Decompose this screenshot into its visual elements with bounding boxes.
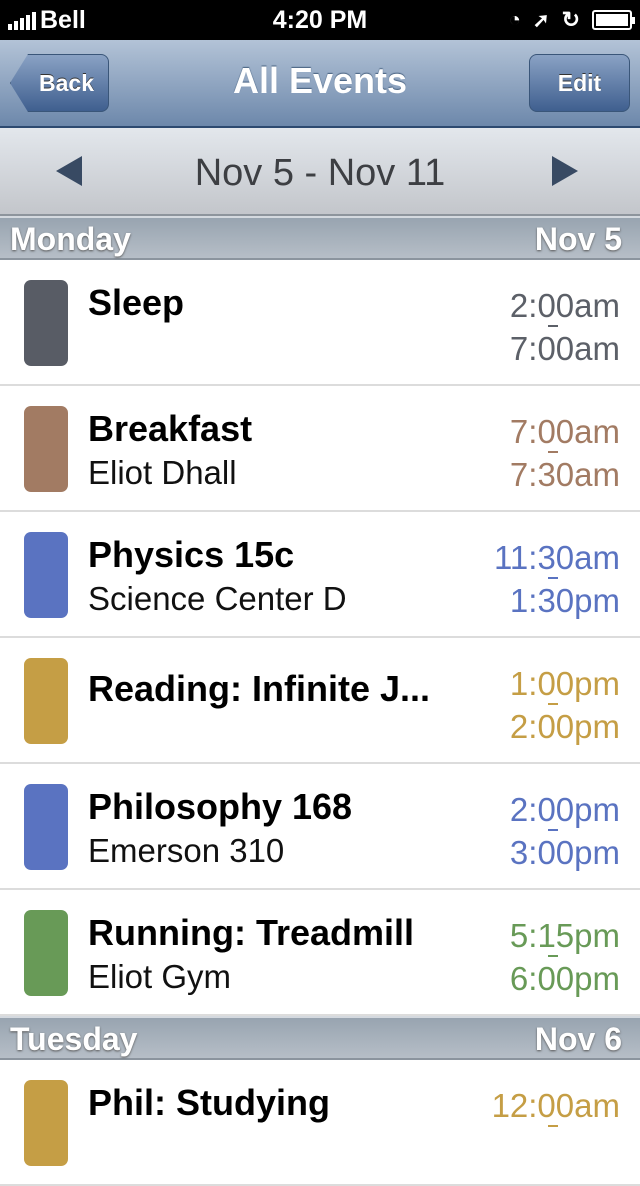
event-row[interactable]: Running: Treadmill Eliot Gym 5:15pm 6:00… [0, 890, 640, 1016]
event-name: Phil: Studying [88, 1082, 330, 1123]
section-date: Nov 5 [534, 221, 622, 257]
event-color-swatch [24, 532, 68, 618]
time-separator [548, 703, 558, 705]
event-times: 11:30am 1:30pm [494, 536, 620, 622]
event-start-time: 7:00am [509, 413, 620, 450]
event-end-time: 2:00pm [509, 708, 620, 745]
event-list: Monday Nov 5 Sleep 2:00am 7:00am Breakfas… [0, 216, 640, 1186]
event-start-time: 11:30am [494, 539, 620, 576]
event-times: 1:00pm 2:00pm [510, 662, 620, 748]
time-separator [548, 955, 558, 957]
time-separator [548, 577, 558, 579]
event-row[interactable]: Philosophy 168 Emerson 310 2:00pm 3:00pm [0, 764, 640, 890]
event-row[interactable]: Reading: Infinite J... 1:00pm 2:00pm [0, 638, 640, 764]
event-name: Physics 15c [88, 534, 295, 575]
event-times: 7:00am 7:30am [510, 410, 620, 496]
event-end-time: 1:30pm [509, 582, 620, 619]
section-header: Monday Nov 5 [0, 216, 640, 260]
event-color-swatch [24, 910, 68, 996]
section-header: Tuesday Nov 6 [0, 1016, 640, 1060]
rotation-lock-icon: ↻ [561, 7, 580, 32]
event-color-swatch [24, 406, 68, 492]
event-times: 5:15pm 6:00pm [510, 914, 620, 1000]
event-name: Sleep [88, 282, 185, 323]
event-end-time: 6:00pm [509, 960, 620, 997]
alarm-icon: ◔ [508, 8, 521, 31]
event-row[interactable]: Sleep 2:00am 7:00am [0, 260, 640, 386]
event-color-swatch [24, 658, 68, 744]
status-bar: Bell 4:20 PM ◔ ➚ ↻ [0, 0, 640, 40]
event-color-swatch [24, 280, 68, 366]
event-end-time: 7:30am [509, 456, 620, 493]
event-start-time: 5:15pm [509, 917, 620, 954]
event-name: Philosophy 168 [88, 786, 353, 827]
time-separator [548, 325, 558, 327]
event-start-time: 12:00am [491, 1087, 620, 1124]
event-row[interactable]: Phil: Studying 12:00am [0, 1060, 640, 1186]
event-start-time: 2:00am [509, 287, 620, 324]
event-location: Eliot Gym [88, 958, 232, 995]
event-name: Reading: Infinite J... [88, 668, 431, 709]
section-date: Nov 6 [534, 1021, 622, 1057]
location-icon: ➚ [532, 9, 550, 32]
event-location: Eliot Dhall [88, 454, 237, 491]
event-color-swatch [24, 784, 68, 870]
week-range: Nov 5 - Nov 11 [194, 152, 446, 194]
week-selector: Nov 5 - Nov 11 [0, 128, 640, 216]
next-week-icon[interactable] [552, 156, 578, 186]
event-location: Science Center D [88, 580, 347, 617]
event-location: Emerson 310 [88, 832, 285, 869]
time-separator [548, 1125, 558, 1127]
section-day: Monday [10, 221, 131, 257]
section-day: Tuesday [10, 1021, 138, 1057]
event-name: Breakfast [88, 408, 253, 449]
time-separator [548, 451, 558, 453]
time-separator [548, 829, 558, 831]
event-end-time: 7:00am [509, 330, 620, 367]
event-name: Running: Treadmill [88, 912, 415, 953]
event-start-time: 2:00pm [509, 791, 620, 828]
event-row[interactable]: Physics 15c Science Center D 11:30am 1:3… [0, 512, 640, 638]
edit-button[interactable]: Edit [529, 54, 630, 112]
event-start-time: 1:00pm [509, 665, 620, 702]
event-times: 12:00am [492, 1084, 620, 1127]
navigation-bar: Back All Events Edit [0, 40, 640, 128]
event-times: 2:00am 7:00am [510, 284, 620, 370]
event-row[interactable]: Breakfast Eliot Dhall 7:00am 7:30am [0, 386, 640, 512]
battery-icon [592, 10, 635, 30]
event-color-swatch [24, 1080, 68, 1166]
event-end-time: 3:00pm [509, 834, 620, 871]
event-times: 2:00pm 3:00pm [510, 788, 620, 874]
